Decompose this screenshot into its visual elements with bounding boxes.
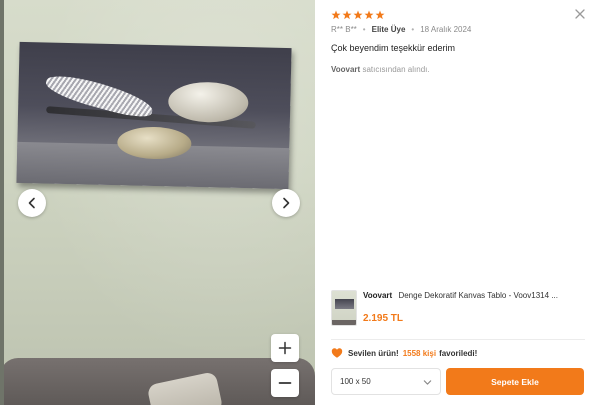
star-icon	[353, 10, 363, 20]
seller-name[interactable]: Voovart	[331, 65, 360, 74]
divider	[331, 339, 585, 340]
previous-image-button[interactable]	[18, 189, 46, 217]
star-icon	[364, 10, 374, 20]
zoom-out-button[interactable]	[271, 369, 299, 397]
favorite-info: Sevilen ürün! 1558 kişi favoriledi!	[331, 347, 477, 359]
favorite-label: Sevilen ürün!	[348, 348, 399, 358]
size-select-value: 100 x 50	[340, 377, 371, 386]
product-brand: Voovart	[363, 291, 393, 300]
meta-separator: •	[411, 25, 415, 34]
rating-stars	[331, 10, 385, 20]
star-icon	[331, 10, 341, 20]
star-icon	[342, 10, 352, 20]
canvas-artwork	[16, 41, 292, 190]
minus-icon	[278, 382, 292, 384]
photo-left-edge	[0, 0, 4, 405]
product-card[interactable]: Voovart Denge Dekoratif Kanvas Tablo - V…	[331, 290, 585, 330]
meta-separator: •	[362, 25, 366, 34]
product-name: Denge Dekoratif Kanvas Tablo - Voov1314 …	[398, 291, 558, 300]
favorite-count: 1558 kişi	[402, 348, 437, 358]
product-thumbnail[interactable]	[331, 290, 357, 326]
product-title[interactable]: Voovart Denge Dekoratif Kanvas Tablo - V…	[363, 291, 585, 300]
plus-icon	[278, 341, 292, 355]
chevron-right-icon	[283, 197, 290, 209]
thumbnail-sofa	[332, 320, 356, 325]
star-icon	[375, 10, 385, 20]
review-image-modal: R** B** • Elite Üye • 18 Aralık 2024 Çok…	[0, 0, 600, 405]
review-detail-panel: R** B** • Elite Üye • 18 Aralık 2024 Çok…	[315, 0, 600, 405]
chevron-left-icon	[28, 197, 35, 209]
review-comment: Çok beyendim teşekkür ederim	[331, 43, 456, 53]
add-to-cart-button[interactable]: Sepete Ekle	[446, 368, 584, 395]
close-icon[interactable]	[572, 6, 588, 22]
favorite-suffix: favoriledi!	[439, 348, 478, 358]
product-price: 2.195 TL	[363, 313, 404, 324]
review-date: 18 Aralık 2024	[420, 25, 472, 34]
size-select[interactable]: 100 x 50	[331, 368, 441, 395]
seller-info: Voovart satıcısından alındı.	[331, 65, 430, 74]
reviewer-name: R** B**	[331, 25, 357, 34]
reviewer-badge: Elite Üye	[371, 25, 406, 34]
next-image-button[interactable]	[272, 189, 300, 217]
review-meta: R** B** • Elite Üye • 18 Aralık 2024	[331, 25, 471, 34]
chevron-down-icon	[423, 380, 432, 385]
zoom-in-button[interactable]	[271, 334, 299, 362]
heart-icon	[331, 348, 343, 358]
seller-suffix: satıcısından alındı.	[362, 65, 430, 74]
thumbnail-artwork	[335, 299, 354, 309]
review-photo	[0, 0, 315, 405]
